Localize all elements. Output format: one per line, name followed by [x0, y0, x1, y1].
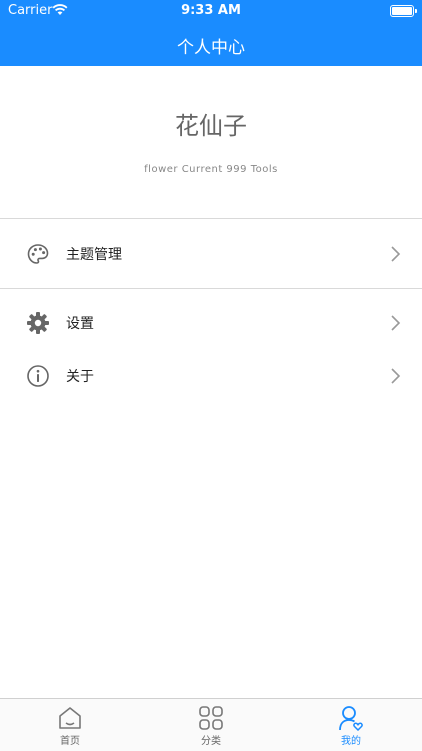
tab-home[interactable]: 首页 [40, 705, 100, 749]
tab-mine-label: 我的 [341, 736, 361, 747]
user-heart-icon [339, 706, 363, 731]
menu-item-settings-label: 设置 [66, 316, 94, 332]
info-icon [27, 365, 49, 387]
section-divider [0, 288, 422, 289]
palette-icon [27, 244, 49, 264]
tab-home-label: 首页 [60, 736, 80, 747]
chevron-right-icon [391, 246, 401, 262]
profile-subtitle: flower Current 999 Tools [144, 164, 278, 175]
menu-item-about[interactable]: 关于 [0, 350, 422, 402]
tab-bar: 首页 分类 我的 [0, 698, 422, 751]
gear-icon [27, 312, 49, 334]
tab-category[interactable]: 分类 [181, 705, 241, 749]
chevron-right-icon [391, 368, 401, 384]
app-header: Carrier 9:33 AM 个人中心 [0, 0, 422, 66]
menu-item-theme-label: 主题管理 [66, 247, 122, 263]
menu-item-theme[interactable]: 主题管理 [0, 228, 422, 280]
status-bar: Carrier 9:33 AM [0, 0, 422, 22]
status-time: 9:33 AM [181, 3, 241, 18]
tab-mine[interactable]: 我的 [321, 705, 381, 749]
page-title: 个人中心 [177, 38, 245, 58]
chevron-right-icon [391, 315, 401, 331]
tab-category-label: 分类 [201, 736, 221, 747]
menu-item-about-label: 关于 [66, 369, 94, 385]
battery-icon [390, 5, 417, 17]
profile-header: 花仙子 flower Current 999 Tools [0, 66, 422, 219]
profile-name: 花仙子 [175, 112, 247, 140]
menu-item-settings[interactable]: 设置 [0, 297, 422, 349]
grid-icon [199, 706, 223, 730]
home-icon [59, 707, 81, 729]
